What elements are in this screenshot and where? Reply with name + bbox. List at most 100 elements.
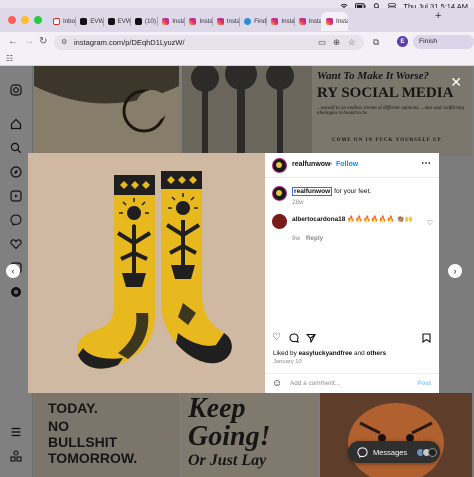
post-modal: realfunwow • Follow ⋯ realfunwow for you… xyxy=(28,153,439,393)
likes-username[interactable]: easyluckyandfree xyxy=(299,350,353,357)
poster-today-line-4: TOMORROW. xyxy=(48,450,138,466)
cast-icon[interactable]: ▭ xyxy=(318,37,326,47)
zoom-icon[interactable]: ⊕ xyxy=(333,37,340,47)
poster-today-line-1: TODAY. xyxy=(48,400,98,416)
browser-tab[interactable]: EVW xyxy=(75,12,103,31)
heart-notifications-icon[interactable] xyxy=(10,238,22,250)
tiger-artwork xyxy=(348,403,444,477)
home-icon[interactable] xyxy=(10,118,22,130)
browser-tab[interactable]: EVW xyxy=(102,12,130,31)
comment-username[interactable]: albertocardona18 xyxy=(292,216,345,223)
emoji-picker-icon[interactable]: ☺ xyxy=(272,378,282,389)
browser-tab[interactable]: Insta xyxy=(211,12,239,31)
bookmark-star-icon[interactable]: ☆ xyxy=(348,37,356,47)
comment-input[interactable]: Add a comment... xyxy=(290,380,340,387)
reply-button[interactable]: Reply xyxy=(306,235,323,242)
feed-tile-social-media[interactable]: Want To Make It Worse? RY SOCIAL MEDIA .… xyxy=(182,66,472,156)
share-plane-icon[interactable] xyxy=(306,333,316,343)
maximize-window-button[interactable] xyxy=(34,16,42,24)
comment-bubble-icon[interactable] xyxy=(289,333,299,343)
more-options-icon[interactable]: ⋯ xyxy=(421,158,431,169)
browser-tab[interactable]: Insta xyxy=(157,12,184,31)
browser-tab[interactable]: Insta xyxy=(293,12,321,31)
likes-others[interactable]: others xyxy=(366,350,386,357)
post-side-panel: realfunwow • Follow ⋯ realfunwow for you… xyxy=(265,153,439,393)
poster-footer-text: COME ON IN FUCK YOURSELF UP xyxy=(332,138,442,143)
also-from-meta-icon[interactable] xyxy=(10,450,22,462)
feed-tile-today[interactable]: TODAY. NO BULLSHIT TOMORROW. xyxy=(34,393,179,477)
comment-body: albertocardona18 🔥🔥🔥🔥🔥🔥 👏🏽🙌 xyxy=(292,215,427,224)
author-username[interactable]: realfunwow xyxy=(292,161,331,168)
likes-and: and xyxy=(354,350,365,357)
close-window-button[interactable] xyxy=(8,16,16,24)
gmail-icon xyxy=(53,18,60,25)
comment-age: 9w xyxy=(292,235,301,242)
message-avatar-3 xyxy=(428,447,438,457)
instagram-icon xyxy=(162,18,170,25)
author-avatar[interactable] xyxy=(272,158,287,173)
post-date[interactable]: January 10 xyxy=(273,359,302,365)
socks-illustration xyxy=(76,171,232,369)
new-tab-button[interactable]: + xyxy=(435,10,441,22)
profile-avatar[interactable]: E xyxy=(397,36,408,47)
comment-like-heart-icon[interactable]: ♡ xyxy=(427,219,433,227)
window-controls xyxy=(8,16,42,24)
extensions-icon[interactable]: ⧉ xyxy=(373,37,379,47)
browser-tab[interactable]: Find xyxy=(239,12,266,31)
caption-author-avatar[interactable] xyxy=(272,186,287,201)
forest-illustration xyxy=(182,66,312,156)
reload-icon[interactable]: ↻ xyxy=(39,36,47,47)
poster-headline-2: RY SOCIAL MEDIA xyxy=(317,85,454,101)
profile-avatar-icon[interactable] xyxy=(10,286,22,298)
instagram-icon xyxy=(325,18,333,25)
poster-keep-line-1: Keep xyxy=(188,393,246,424)
browser-tab[interactable]: Inbo xyxy=(48,12,75,31)
instagram-icon xyxy=(216,18,224,25)
minimize-window-button[interactable] xyxy=(21,16,29,24)
browser-tab[interactable]: Insta xyxy=(184,12,212,31)
messages-label: Messages xyxy=(373,447,408,457)
feed-tile-moon[interactable] xyxy=(34,66,179,156)
post-header: realfunwow • Follow ⋯ xyxy=(265,153,439,178)
finish-update-button[interactable]: Finish update⋮ xyxy=(413,35,474,59)
browser-tab[interactable]: Insta× xyxy=(320,12,349,31)
comment-text: 🔥🔥🔥🔥🔥🔥 👏🏽🙌 xyxy=(347,216,413,223)
feed-tile-keep-going[interactable]: Keep Going! Or Just Lay xyxy=(182,393,317,477)
explore-compass-icon[interactable] xyxy=(10,166,22,178)
previous-post-chevron-icon[interactable]: ‹ xyxy=(6,264,20,278)
back-arrow-icon[interactable]: ← xyxy=(8,36,18,47)
post-comment-button[interactable]: Post xyxy=(417,380,431,387)
instagram-logo-icon[interactable] xyxy=(10,84,22,96)
reels-icon[interactable] xyxy=(10,190,22,202)
messages-dock-button[interactable]: Messages xyxy=(348,441,440,463)
follow-button[interactable]: Follow xyxy=(336,161,358,168)
tab-label: Insta xyxy=(335,18,349,25)
post-image[interactable] xyxy=(28,153,265,393)
likes-summary: Liked by easyluckyandfree and others xyxy=(273,350,386,357)
site-info-icon[interactable]: ⚙ xyxy=(61,38,67,46)
browser-tab[interactable]: (10) xyxy=(129,12,157,31)
message-avatars xyxy=(416,447,438,457)
caption: realfunwow for your feet. xyxy=(292,187,371,196)
poster-keep-line-2: Going! xyxy=(188,421,271,452)
url-text: instagram.com/p/DEqhD1LyuzW/ xyxy=(74,38,185,47)
search-icon[interactable] xyxy=(10,142,22,154)
feed-tile-tiger[interactable] xyxy=(320,393,472,477)
apps-grid-icon[interactable]: ☷ xyxy=(6,54,13,63)
caption-username[interactable]: realfunwow xyxy=(292,187,333,196)
like-heart-icon[interactable]: ♡ xyxy=(272,333,281,343)
forward-arrow-icon[interactable]: → xyxy=(24,36,34,47)
menu-hamburger-icon[interactable] xyxy=(10,426,22,438)
browser-tab[interactable]: Insta xyxy=(266,12,294,31)
next-post-chevron-icon[interactable]: › xyxy=(448,264,462,278)
bookmarks-bar: ☷ xyxy=(0,52,474,66)
messenger-icon xyxy=(357,446,368,458)
tab-label: Insta xyxy=(281,18,294,25)
moon-artwork xyxy=(34,66,179,133)
commenter-avatar[interactable] xyxy=(272,214,287,229)
instagram-icon xyxy=(271,18,279,25)
save-bookmark-icon[interactable] xyxy=(422,333,431,343)
close-post-icon[interactable]: ✕ xyxy=(450,74,462,91)
messenger-icon[interactable] xyxy=(10,214,22,226)
x-icon xyxy=(80,18,88,25)
